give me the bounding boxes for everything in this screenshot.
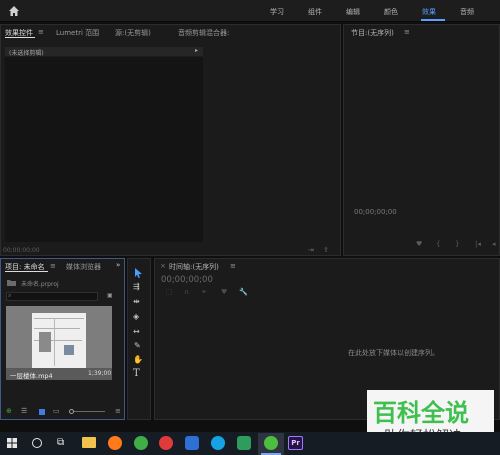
tab-underline	[5, 271, 48, 272]
project-menu-icon[interactable]: ≡	[50, 262, 56, 270]
folder-icon	[7, 280, 16, 286]
program-monitor-panel	[343, 24, 500, 256]
mark-in-icon[interactable]: {	[436, 240, 440, 248]
nest-icon[interactable]: ⬚	[166, 288, 173, 296]
workspace-effects[interactable]: 效果	[422, 7, 436, 17]
program-menu-icon[interactable]: ≡	[404, 28, 410, 36]
timeline-menu-icon[interactable]: ≡	[230, 262, 236, 270]
slip-tool-icon[interactable]: ↔	[133, 327, 140, 336]
task-view-icon[interactable]: ⧉	[57, 437, 64, 448]
timeline-timecode: 00;00;00;00	[161, 275, 213, 285]
camtasia-icon[interactable]	[237, 436, 251, 450]
preview-block	[64, 345, 74, 355]
workspace-assembly[interactable]: 组件	[308, 7, 322, 17]
premiere-pro-icon[interactable]: Pr	[288, 436, 303, 450]
qq-browser-icon[interactable]	[134, 436, 148, 450]
razor-tool-icon[interactable]: ◈	[133, 312, 139, 321]
timeline-drop-hint: 在此处放下媒体以创建序列。	[348, 349, 439, 357]
preview-line	[34, 318, 84, 319]
snap-icon[interactable]: ∩	[184, 288, 189, 296]
go-to-in-icon[interactable]: |◂	[475, 240, 481, 248]
workspace-editing[interactable]: 编辑	[346, 7, 360, 17]
add-marker-icon[interactable]: ♥	[416, 240, 422, 248]
hand-tool-icon[interactable]: ✋	[133, 355, 143, 364]
selection-tool-icon[interactable]	[134, 268, 143, 278]
wechat-icon[interactable]	[264, 436, 278, 450]
freeform-view-icon[interactable]: ▭	[53, 407, 60, 415]
fx-timecode: 00;00;00;00	[3, 247, 40, 254]
tab-audio-clip-mixer[interactable]: 音频剪辑混合器:	[178, 28, 229, 38]
app-globe-icon[interactable]	[211, 436, 225, 450]
more-panels-icon[interactable]: »	[116, 261, 120, 269]
program-monitor-title: 节目:(无序列)	[351, 29, 394, 37]
lock-icon[interactable]: ⊕	[6, 407, 12, 415]
timeline-title: 时间轴:(无序列)	[169, 263, 219, 271]
no-clip-label: (未选择剪辑)	[9, 50, 44, 57]
filter-icon[interactable]: ⇥	[308, 246, 314, 254]
workspace-learn[interactable]: 学习	[270, 7, 284, 17]
track-select-tool-icon[interactable]: ⇶	[133, 282, 140, 291]
list-view-icon[interactable]: ☰	[21, 407, 27, 415]
wrench-icon[interactable]: 🔧	[239, 288, 248, 296]
windows-start-icon[interactable]	[7, 438, 17, 448]
search-icon[interactable]	[32, 438, 42, 448]
tab-lumetri-scopes[interactable]: Lumetri 范围	[56, 28, 99, 38]
project-file-name: 未命名.prproj	[21, 281, 59, 288]
project-search-input[interactable]	[6, 292, 98, 301]
clip-name: 一层楼体.mp4	[10, 372, 53, 380]
search-icon: ⌕	[8, 292, 12, 299]
workspace-color[interactable]: 颜色	[384, 7, 398, 17]
watermark-title: 百科全说	[373, 399, 469, 427]
clip-duration: 1;39;00	[88, 370, 112, 377]
workspace-audio[interactable]: 音频	[460, 7, 474, 17]
type-tool-icon[interactable]: T	[133, 368, 140, 379]
step-back-icon[interactable]: ◂	[492, 240, 496, 248]
home-icon[interactable]	[8, 5, 20, 17]
mark-out-icon[interactable]: }	[455, 240, 459, 248]
tab-underline	[5, 37, 35, 38]
preview-line	[34, 328, 80, 329]
preview-block	[39, 332, 51, 352]
tab-source[interactable]: 源:(无剪辑)	[115, 28, 151, 38]
zoom-slider-handle[interactable]	[69, 409, 74, 414]
ripple-edit-tool-icon[interactable]: ⇹	[133, 297, 140, 306]
preview-line	[54, 318, 55, 366]
add-marker-icon[interactable]: ♥	[221, 288, 227, 296]
timeline-close-icon[interactable]: ×	[160, 262, 166, 270]
program-timecode: 00;00;00;00	[354, 208, 397, 216]
project-menu-icon[interactable]: ≡	[115, 407, 121, 415]
zoom-slider-track	[69, 411, 105, 412]
tab-menu-icon[interactable]: ≡	[38, 28, 44, 36]
tab-media-browser[interactable]: 媒体浏览器	[66, 262, 101, 272]
file-explorer-icon[interactable]	[82, 437, 96, 448]
app-r-icon[interactable]	[185, 436, 199, 450]
effect-controls-body	[5, 57, 203, 242]
export-icon[interactable]: ⇪	[323, 246, 329, 254]
active-workspace-indicator	[421, 19, 445, 21]
pen-tool-icon[interactable]: ✎	[134, 341, 141, 350]
new-bin-icon[interactable]: ▣	[107, 292, 113, 299]
icon-view-icon[interactable]	[39, 409, 45, 415]
expand-arrow-icon[interactable]: ▸	[195, 47, 198, 54]
linked-selection-icon[interactable]: ⚭	[201, 288, 207, 296]
netease-music-icon[interactable]	[159, 436, 173, 450]
firefox-icon[interactable]	[108, 436, 122, 450]
